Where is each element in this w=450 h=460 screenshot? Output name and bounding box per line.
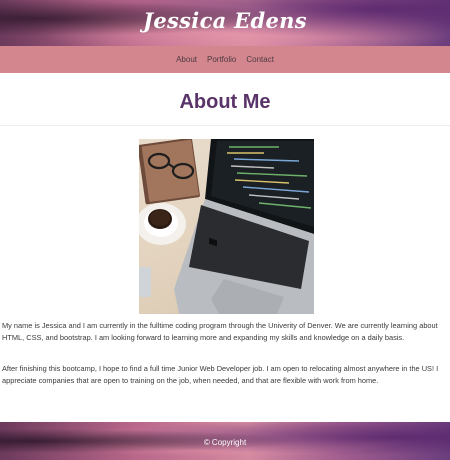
laptop-desk-photo [139, 139, 314, 314]
nav-link-about[interactable]: About [176, 55, 197, 64]
bio-paragraph-1: My name is Jessica and I am currently in… [2, 321, 438, 342]
nav-link-contact[interactable]: Contact [246, 55, 274, 64]
divider [0, 125, 450, 126]
page-title: About Me [179, 91, 271, 113]
site-brand[interactable]: Jessica Edens [0, 8, 450, 33]
nav-link-portfolio[interactable]: Portfolio [207, 55, 236, 64]
coffee-cup-shape [139, 203, 186, 245]
footer: © Copyright [0, 422, 450, 460]
navbar: About Portfolio Contact [0, 46, 450, 73]
hero-banner: Jessica Edens [0, 0, 450, 46]
notebook-shape [139, 139, 200, 205]
bio-paragraph-2: After finishing this bootcamp, I hope to… [2, 364, 439, 385]
laptop-photo-illustration [139, 139, 314, 314]
copyright-text: © Copyright [203, 438, 247, 447]
phone-shape [139, 267, 151, 297]
